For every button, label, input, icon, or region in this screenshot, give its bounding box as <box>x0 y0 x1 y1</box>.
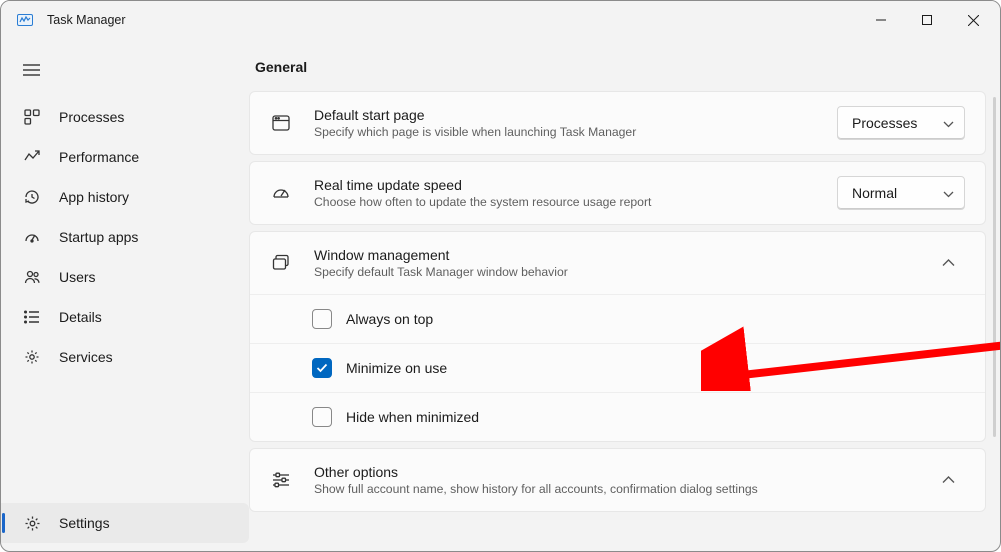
card-description: Specify which page is visible when launc… <box>314 125 815 139</box>
window-frame: Task Manager Processes <box>0 0 1001 552</box>
windows-icon <box>270 252 292 274</box>
chevron-down-icon <box>943 115 954 131</box>
chevron-up-icon <box>931 246 965 280</box>
option-hide-when-minimized[interactable]: Hide when minimized <box>250 392 985 441</box>
card-title: Real time update speed <box>314 177 815 193</box>
gear-icon <box>23 348 41 366</box>
gauge-icon <box>23 228 41 246</box>
option-label: Hide when minimized <box>346 409 479 425</box>
option-minimize-on-use[interactable]: Minimize on use <box>250 343 985 392</box>
card-title: Other options <box>314 464 909 480</box>
sidebar-item-app-history[interactable]: App history <box>1 177 249 217</box>
chevron-down-icon <box>943 185 954 201</box>
dropdown-default-start-page[interactable]: Processes <box>837 106 965 140</box>
list-icon <box>23 308 41 326</box>
titlebar: Task Manager <box>1 1 1000 39</box>
nav-label: Users <box>59 269 96 285</box>
card-head-other-options[interactable]: Other options Show full account name, sh… <box>250 449 985 511</box>
sidebar-item-users[interactable]: Users <box>1 257 249 297</box>
chevron-up-icon <box>931 463 965 497</box>
hamburger-button[interactable] <box>1 57 249 97</box>
history-icon <box>23 188 41 206</box>
card-update-speed: Real time update speed Choose how often … <box>249 161 986 225</box>
app-icon <box>17 12 33 28</box>
window-controls <box>858 4 996 36</box>
speed-icon <box>270 182 292 204</box>
nav-label: Settings <box>59 515 110 531</box>
nav-label: Performance <box>59 149 139 165</box>
sidebar-item-settings[interactable]: Settings <box>1 503 249 543</box>
card-description: Choose how often to update the system re… <box>314 195 815 209</box>
tune-icon <box>270 469 292 491</box>
settings-icon <box>23 514 41 532</box>
window-title: Task Manager <box>47 13 126 27</box>
nav-label: App history <box>59 189 129 205</box>
dropdown-value: Processes <box>852 115 917 131</box>
close-button[interactable] <box>950 4 996 36</box>
card-default-start-page: Default start page Specify which page is… <box>249 91 986 155</box>
card-head-window-management[interactable]: Window management Specify default Task M… <box>250 232 985 294</box>
page-icon <box>270 112 292 134</box>
checkbox-minimize-on-use[interactable] <box>312 358 332 378</box>
card-title: Default start page <box>314 107 815 123</box>
card-other-options: Other options Show full account name, sh… <box>249 448 986 512</box>
card-title: Window management <box>314 247 909 263</box>
scrollbar[interactable] <box>993 97 996 437</box>
option-label: Minimize on use <box>346 360 447 376</box>
option-label: Always on top <box>346 311 433 327</box>
grid-icon <box>23 108 41 126</box>
sidebar-item-performance[interactable]: Performance <box>1 137 249 177</box>
chart-icon <box>23 148 41 166</box>
maximize-button[interactable] <box>904 4 950 36</box>
minimize-button[interactable] <box>858 4 904 36</box>
content-area: General Default start page Specify which… <box>249 39 1000 551</box>
sidebar-item-services[interactable]: Services <box>1 337 249 377</box>
checkbox-always-on-top[interactable] <box>312 309 332 329</box>
option-always-on-top[interactable]: Always on top <box>250 294 985 343</box>
sidebar-item-details[interactable]: Details <box>1 297 249 337</box>
card-description: Show full account name, show history for… <box>314 482 909 496</box>
users-icon <box>23 268 41 286</box>
card-description: Specify default Task Manager window beha… <box>314 265 909 279</box>
dropdown-update-speed[interactable]: Normal <box>837 176 965 210</box>
sidebar-item-processes[interactable]: Processes <box>1 97 249 137</box>
nav-label: Startup apps <box>59 229 138 245</box>
nav-label: Processes <box>59 109 124 125</box>
dropdown-value: Normal <box>852 185 897 201</box>
card-window-management: Window management Specify default Task M… <box>249 231 986 442</box>
sidebar: Processes Performance App history Startu… <box>1 39 249 551</box>
nav-label: Details <box>59 309 102 325</box>
section-heading: General <box>255 59 986 75</box>
sidebar-item-startup-apps[interactable]: Startup apps <box>1 217 249 257</box>
checkbox-hide-when-minimized[interactable] <box>312 407 332 427</box>
nav-label: Services <box>59 349 113 365</box>
